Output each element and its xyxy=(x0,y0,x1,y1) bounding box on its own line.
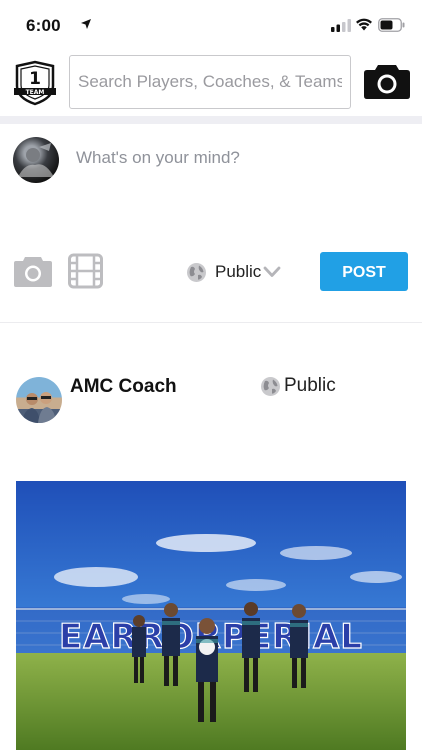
location-arrow-icon xyxy=(81,19,91,29)
globe-icon xyxy=(187,262,206,282)
globe-icon xyxy=(261,376,280,396)
post-author-name[interactable]: AMC Coach xyxy=(70,376,177,398)
feed-separator xyxy=(0,322,422,323)
author-avatar[interactable] xyxy=(16,377,62,423)
team-logo[interactable]: 1 TEAM xyxy=(13,60,57,106)
post-privacy: Public xyxy=(260,375,336,397)
status-composer-input[interactable]: What's on your mind? xyxy=(76,148,240,168)
camera-icon[interactable] xyxy=(363,62,411,100)
privacy-select[interactable]: Public xyxy=(186,258,281,286)
privacy-label: Public xyxy=(215,262,262,281)
status-time: 6:00 xyxy=(26,16,61,35)
battery-icon xyxy=(378,18,405,32)
cellular-signal-icon xyxy=(331,19,351,32)
film-icon[interactable] xyxy=(68,253,103,289)
chevron-down-icon xyxy=(263,266,281,277)
logo-number: 1 xyxy=(29,69,41,89)
search-input[interactable] xyxy=(69,55,351,109)
wifi-icon xyxy=(356,18,372,31)
status-bar: 6:00 xyxy=(0,0,422,50)
section-divider xyxy=(0,116,422,124)
post-privacy-label: Public xyxy=(284,375,336,396)
app-header: 1 TEAM xyxy=(0,50,422,116)
post-button[interactable]: POST xyxy=(320,252,408,291)
camera-icon[interactable] xyxy=(13,253,53,289)
user-avatar[interactable] xyxy=(13,137,59,183)
post-photo[interactable]: EARRORPERIAL xyxy=(16,481,406,750)
logo-subtext: TEAM xyxy=(26,89,45,96)
